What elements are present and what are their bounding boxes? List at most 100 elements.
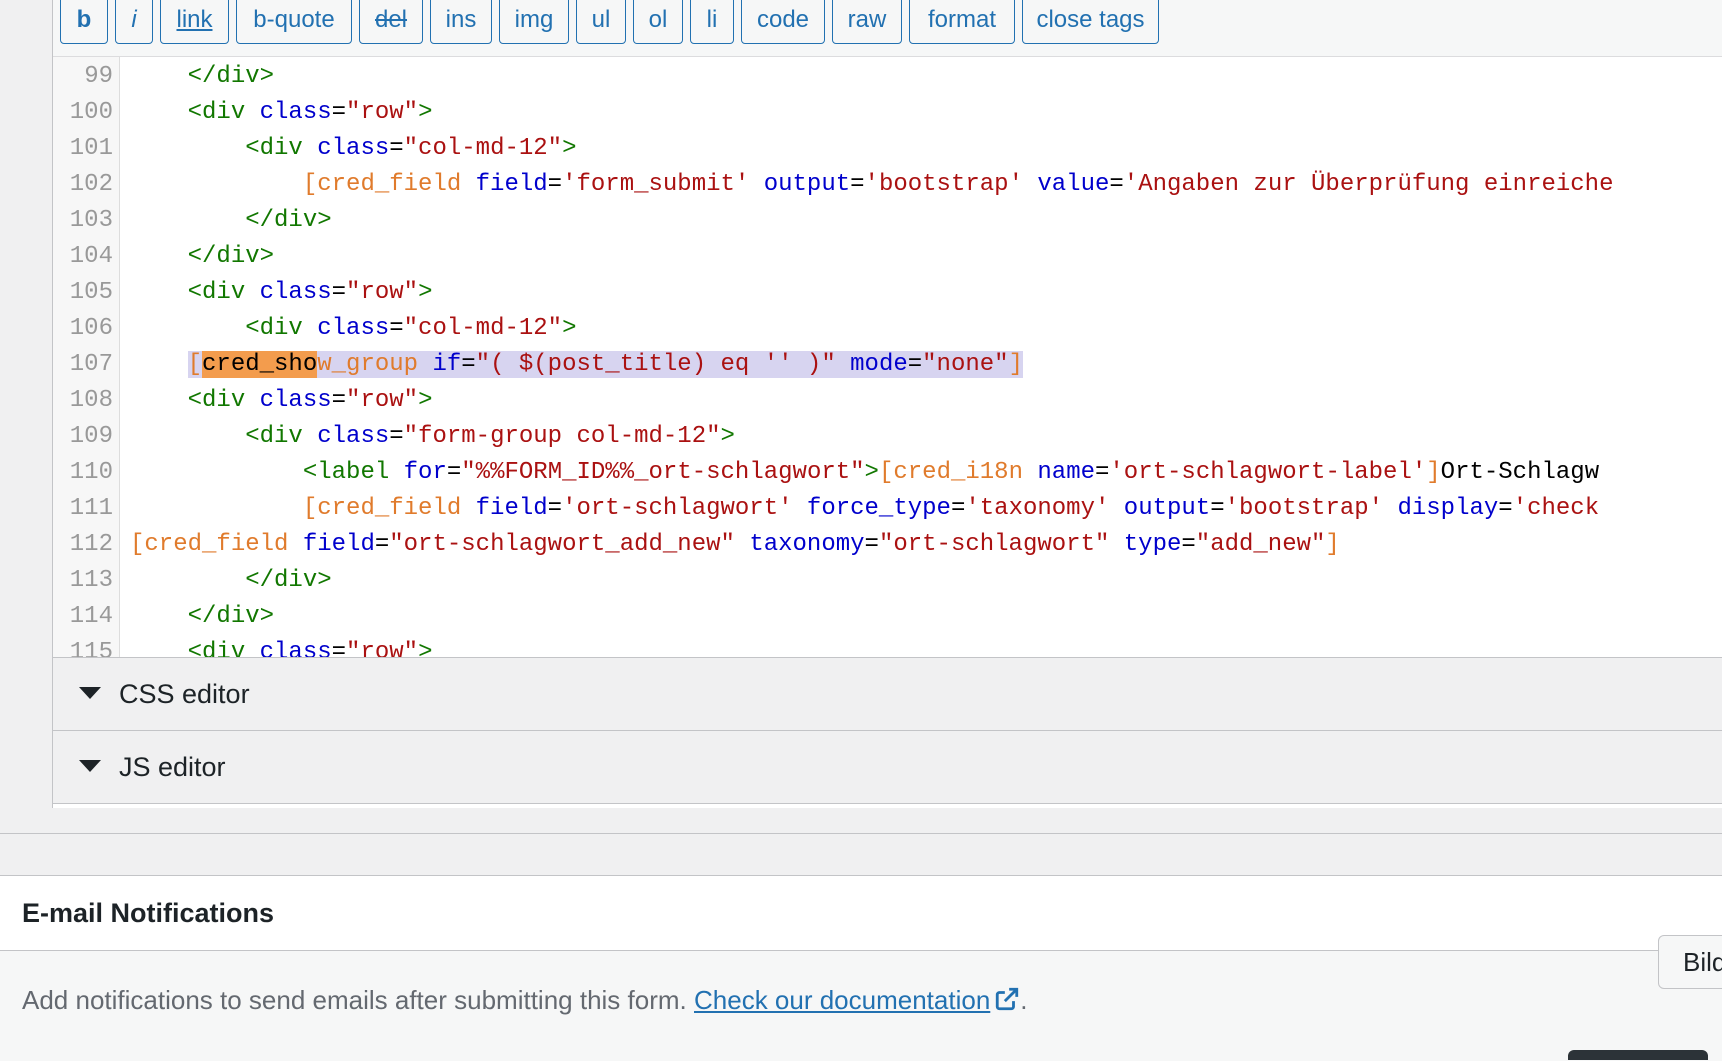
triangle-down-icon (79, 760, 101, 772)
code-token: = (331, 639, 347, 658)
code-token: 'form_submit' (562, 171, 764, 198)
code-line: 107 [cred_show_group if="( $(post_title)… (53, 347, 1722, 383)
code-token: type (1123, 531, 1182, 558)
code-token: if (432, 351, 462, 378)
code-token: = (331, 99, 347, 126)
code-token: = (864, 531, 879, 558)
code-token: = (331, 387, 347, 414)
corner-element (1568, 1050, 1708, 1060)
form-editor-panel: b i link b-quote del ins img ul ol li co… (52, 0, 1722, 808)
code-text: [cred_show_group if="( $(post_title) eq … (130, 347, 1023, 383)
ol-button[interactable]: ol (633, 0, 683, 44)
code-token: class (317, 423, 390, 450)
side-button[interactable]: Bilder (1658, 935, 1722, 989)
js-editor-toggle[interactable]: JS editor (53, 731, 1722, 804)
code-token: </div> (187, 243, 275, 270)
code-token: class (259, 639, 332, 658)
code-token: field (302, 531, 375, 558)
close-tags-button[interactable]: close tags (1022, 0, 1159, 44)
code-token: = (547, 171, 563, 198)
code-text: [cred_field field = "ort-schlagwort_add_ne… (130, 527, 1340, 563)
line-number: 108 (69, 387, 113, 414)
code-token: display (1397, 495, 1499, 522)
link-button[interactable]: link (160, 0, 229, 44)
img-button[interactable]: img (499, 0, 569, 44)
code-line: 110 <label for="%%FORM_ID%%_ort-schlagwo… (53, 455, 1722, 491)
code-text: <label for="%%FORM_ID%%_ort-schlagwort">… (130, 455, 1599, 491)
search-match: cred_sho (202, 351, 318, 378)
code-text: <div class="form-group col-md-12"> (130, 419, 735, 455)
code-line: 105 <div class="row"> (53, 275, 1722, 311)
del-button[interactable]: del (359, 0, 423, 44)
line-number: 104 (69, 243, 113, 270)
code-token: ] (1426, 459, 1441, 486)
code-text: <div class="col-md-12"> (130, 131, 576, 167)
triangle-down-icon (79, 687, 101, 699)
code-text: <div class="row"> (130, 275, 433, 311)
css-editor-label: CSS editor (119, 679, 250, 709)
code-token: class (259, 387, 332, 414)
code-token: = (389, 423, 404, 450)
code-token: <div (187, 639, 260, 658)
code-token: "row" (346, 99, 419, 126)
ul-button[interactable]: ul (576, 0, 626, 44)
code-token: = (389, 135, 404, 162)
section-divider (0, 833, 1722, 876)
code-token: force_type (806, 495, 951, 522)
code-token: > (864, 459, 879, 486)
line-number: 115 (69, 639, 113, 658)
code-text: </div> (130, 599, 274, 635)
code-token: 'Angaben zur Überprüfung einreiche (1123, 171, 1614, 198)
code-token: [ (187, 351, 203, 378)
code-token: = (850, 171, 865, 198)
code-line: 101 <div class="col-md-12"> (53, 131, 1722, 167)
code-token: 'check (1512, 495, 1600, 522)
code-token: "add_new" (1195, 531, 1326, 558)
code-token: ] (1325, 531, 1340, 558)
code-editor[interactable]: 99 </div> 100 <div class="row"> 101 <div c… (53, 57, 1722, 658)
format-button[interactable]: format (909, 0, 1015, 44)
documentation-link[interactable]: Check our documentation (694, 985, 1020, 1015)
css-editor-toggle[interactable]: CSS editor (53, 658, 1722, 731)
code-token: "row" (346, 387, 419, 414)
code-text: [cred_field field='form_submit' output='… (130, 167, 1614, 203)
code-line: 108 <div class="row"> (53, 383, 1722, 419)
code-token: mode (850, 351, 908, 378)
code-token: [cred_field (130, 531, 303, 558)
italic-button[interactable]: i (115, 0, 153, 44)
code-token: [cred_field (302, 495, 476, 522)
ins-button[interactable]: ins (430, 0, 492, 44)
line-number: 111 (69, 495, 113, 522)
code-token: w_group (317, 351, 433, 378)
code-token: = (461, 351, 476, 378)
code-text: </div> (130, 59, 274, 95)
code-token: 'ort-schlagwort' (562, 495, 807, 522)
code-button[interactable]: code (741, 0, 825, 44)
code-line: 103 </div> (53, 203, 1722, 239)
li-button[interactable]: li (690, 0, 734, 44)
bold-button[interactable]: b (60, 0, 108, 44)
blockquote-button[interactable]: b-quote (236, 0, 352, 44)
code-text: <div class="col-md-12"> (130, 311, 576, 347)
code-token: "form-group col-md-12" (403, 423, 721, 450)
line-number: 100 (69, 99, 113, 126)
code-text: <div class="row"> (130, 95, 433, 131)
code-text: <div class="row"> (130, 635, 433, 658)
code-token: 'ort-schlagwort-label' (1109, 459, 1427, 486)
code-token: <div (245, 135, 318, 162)
code-token: class (259, 279, 332, 306)
code-token: = (389, 315, 404, 342)
code-token: "ort-schlagwort_add_new" (389, 531, 750, 558)
code-token: "( $(post_title) eq '' )" (475, 351, 851, 378)
code-line: 114 </div> (53, 599, 1722, 635)
raw-button[interactable]: raw (832, 0, 902, 44)
code-token: > (418, 99, 433, 126)
